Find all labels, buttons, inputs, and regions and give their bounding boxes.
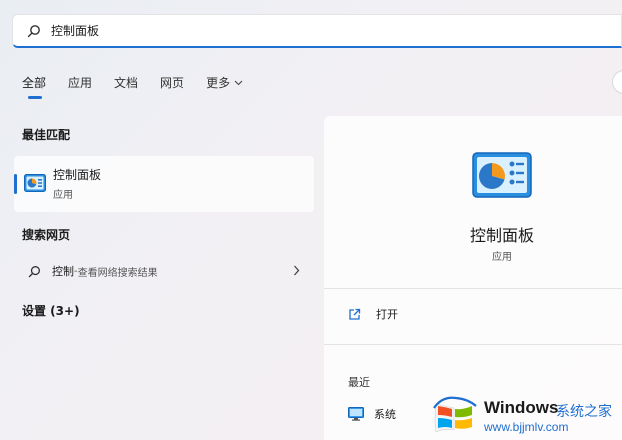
best-match-heading: 最佳匹配 (22, 128, 71, 142)
web-search-result[interactable]: 控制 - 查看网络搜索结果 (14, 258, 314, 284)
detail-app-name: 控制面板 (469, 226, 534, 245)
more-options-button[interactable] (612, 70, 622, 94)
filter-tabs: 全部 应用 文档 网页 更多 (22, 74, 265, 99)
best-match-name: 控制面板 (53, 168, 102, 182)
best-match-type: 应用 (53, 190, 73, 201)
selection-indicator (14, 174, 17, 194)
tab-more[interactable]: 更多 (206, 74, 243, 91)
recent-heading: 最近 (348, 376, 370, 389)
chevron-right-icon (293, 265, 300, 276)
search-input[interactable] (51, 20, 551, 41)
chevron-down-icon (234, 80, 243, 86)
watermark-url: www.bjjmlv.com (484, 420, 569, 434)
watermark: Windows 系统之家 www.bjjmlv.com (432, 392, 622, 440)
tab-documents[interactable]: 文档 (114, 74, 138, 91)
recent-item-label: 系统 (374, 408, 396, 421)
watermark-brand: Windows (484, 398, 559, 417)
search-icon (28, 264, 42, 278)
open-button[interactable]: 打开 (348, 306, 398, 322)
recent-item-system[interactable]: 系统 (348, 406, 396, 422)
tab-web[interactable]: 网页 (160, 74, 184, 91)
divider (324, 288, 622, 289)
web-search-heading: 搜索网页 (22, 228, 71, 242)
tab-more-label: 更多 (206, 76, 231, 90)
open-external-icon (348, 307, 362, 321)
watermark-site-name: 系统之家 (556, 404, 612, 420)
control-panel-icon (24, 174, 46, 192)
control-panel-icon (472, 152, 532, 198)
tab-apps[interactable]: 应用 (68, 74, 92, 91)
web-search-query: 控制 (52, 265, 74, 278)
open-label: 打开 (376, 308, 398, 321)
detail-app-type: 应用 (492, 252, 512, 263)
web-search-hint: 查看网络搜索结果 (77, 267, 158, 279)
best-match-result[interactable]: 控制面板 应用 (14, 156, 314, 212)
windows-logo-icon (433, 396, 477, 433)
search-icon (27, 24, 41, 38)
tab-all[interactable]: 全部 (22, 74, 46, 99)
settings-heading[interactable]: 设置 (3+) (22, 302, 80, 319)
search-bar[interactable] (12, 14, 622, 48)
divider (324, 344, 622, 345)
system-monitor-icon (348, 407, 364, 421)
